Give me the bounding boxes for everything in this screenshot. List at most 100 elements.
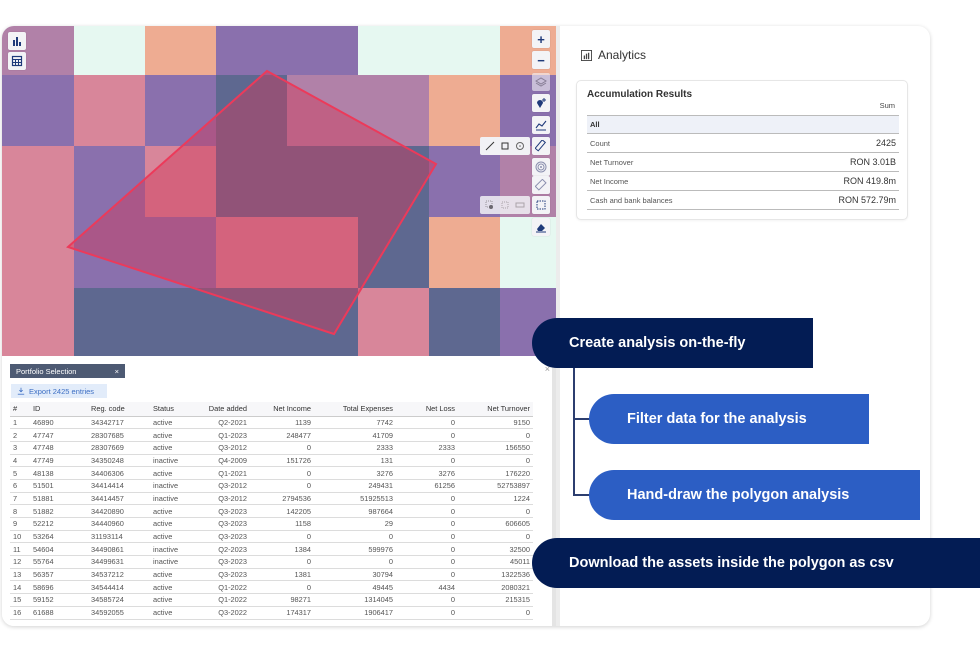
table-cell: 0 [250,441,314,455]
square-select-tool[interactable] [499,199,511,211]
column-header[interactable]: # [10,402,30,417]
table-row[interactable]: 11 54604 34490861 inactive Q2-2023 1384 599976… [10,542,533,557]
table-cell: 1381 [250,568,314,582]
table-cell: 248477 [250,428,314,442]
table-cell: 28307669 [88,441,150,455]
circle-tool[interactable] [514,140,526,152]
table-cell: active [150,606,200,620]
table-cell: 1322536 [458,568,533,582]
grid-cell [2,146,74,217]
zoom-out-button[interactable]: − [532,51,550,69]
table-row[interactable]: 2 47747 28307685 active Q1-2023 248477 41709 0 0 [10,428,533,442]
target-button[interactable] [532,158,550,176]
table-cell: 2333 [396,441,458,455]
calculator-icon [11,55,23,67]
column-header[interactable]: ID [30,402,88,417]
table-cell: 34537212 [88,568,150,582]
table-cell: 47748 [30,441,88,455]
table-cell: 11 [10,542,30,557]
rectangle-select-tool[interactable] [514,199,526,211]
table-row[interactable]: 16 61688 34592055 active Q3-2022 174317 190641… [10,606,533,620]
column-header[interactable]: Status [150,402,200,417]
location-add-icon [537,98,546,108]
location-add-button[interactable] [532,94,550,112]
table-cell: 51925513 [314,492,396,506]
table-row[interactable]: 9 52212 34440960 active Q3-2023 1158 29 0 606605 [10,517,533,531]
table-cell: 142205 [250,504,314,518]
tag-button[interactable] [532,176,550,194]
calculator-button[interactable] [8,52,26,70]
table-cell: 151726 [250,454,314,468]
grid-cell [287,26,358,75]
zoom-in-button[interactable]: + [532,30,550,48]
layers-button[interactable] [532,73,550,91]
line-tool[interactable] [484,140,496,152]
column-header[interactable]: Total Expenses [314,402,396,417]
eraser-button[interactable] [532,218,550,236]
line-chart-button[interactable] [532,116,550,134]
table-cell: active [150,568,200,582]
table-cell: 58696 [30,580,88,595]
table-cell: 34414457 [88,492,150,506]
table-row[interactable]: 14 58696 34544414 active Q1-2022 0 49445 4434 20… [10,580,533,595]
ruler-button[interactable] [532,137,550,155]
column-header[interactable]: Net Loss [396,402,458,417]
table-cell: 12 [10,555,30,569]
table-cell: 32500 [458,542,533,557]
tab-portfolio-selection[interactable]: Portfolio Selection × [10,364,125,378]
layers-icon [535,77,547,87]
area-tool[interactable] [499,140,511,152]
callout-connector-vertical [573,367,575,495]
table-row[interactable]: 3 47748 28307669 active Q3-2012 0 2333 2333 1565… [10,441,533,455]
table-cell: 9150 [458,416,533,430]
column-header[interactable]: Reg. code [88,402,150,417]
table-cell: 51882 [30,504,88,518]
table-cell: 3 [10,441,30,455]
measure-toolbar [480,137,530,155]
column-header[interactable]: Net Income [250,402,314,417]
table-cell: active [150,416,200,430]
table-cell: Q1-2022 [200,580,250,595]
tab-close-icon[interactable]: × [115,367,119,376]
table-cell: active [150,466,200,480]
callout-download-csv: Download the assets inside the polygon a… [532,538,980,588]
table-cell: 52212 [30,517,88,531]
table-cell: 606605 [458,517,533,531]
bar-chart-button[interactable] [8,32,26,50]
polygon-select-button[interactable] [532,196,550,214]
column-header[interactable]: Net Turnover [458,402,533,417]
table-cell: 34420890 [88,504,150,518]
table-cell: 1224 [458,492,533,506]
table-cell: 41709 [314,428,396,442]
table-row[interactable]: 15 59152 34585724 active Q1-2022 98271 1314045… [10,593,533,607]
table-cell: 9 [10,517,30,531]
table-cell: 8 [10,504,30,518]
table-cell: Q3-2012 [200,479,250,493]
metric-label: Cash and bank balances [590,195,673,205]
grid-cell [74,75,145,146]
group-label: All [590,120,600,129]
table-row[interactable]: 8 51882 34420890 active Q3-2023 142205 987664 0… [10,504,533,518]
table-row[interactable]: 6 51501 34414414 inactive Q3-2012 0 249431 6125… [10,479,533,493]
table-cell: 174317 [250,606,314,620]
grid-cell [74,288,145,356]
table-row[interactable]: 5 48138 34406306 active Q1-2021 0 3276 3276 1762… [10,466,533,480]
map-view[interactable]: + − [2,26,556,356]
export-button[interactable]: Export 2425 entries [11,384,107,398]
table-cell: inactive [150,492,200,506]
column-header[interactable]: Date added [200,402,250,417]
table-row[interactable]: 13 56357 34537212 active Q3-2023 1381 30794 0 13… [10,568,533,582]
tab-label: Portfolio Selection [16,366,77,376]
table-cell: 29 [314,517,396,531]
circle-icon [516,142,524,150]
table-cell: 0 [396,555,458,569]
grid-cell [74,26,145,75]
table-row[interactable]: 1 46890 34342717 active Q2-2021 1139 7742 0 9150 [10,416,533,430]
table-row[interactable]: 10 53264 31193114 active Q3-2023 0 0 0 0 [10,530,533,544]
table-row[interactable]: 12 55764 34499631 inactive Q3-2023 0 0 0 45011 [10,555,533,569]
table-row[interactable]: 4 47749 34350248 inactive Q4-2009 151726 131 0 0 [10,454,533,468]
table-cell: 0 [396,530,458,544]
table-cell: 0 [250,466,314,480]
table-row[interactable]: 7 51881 34414457 inactive Q3-2012 2794536 5192… [10,492,533,506]
pointer-select-tool[interactable] [484,199,496,211]
